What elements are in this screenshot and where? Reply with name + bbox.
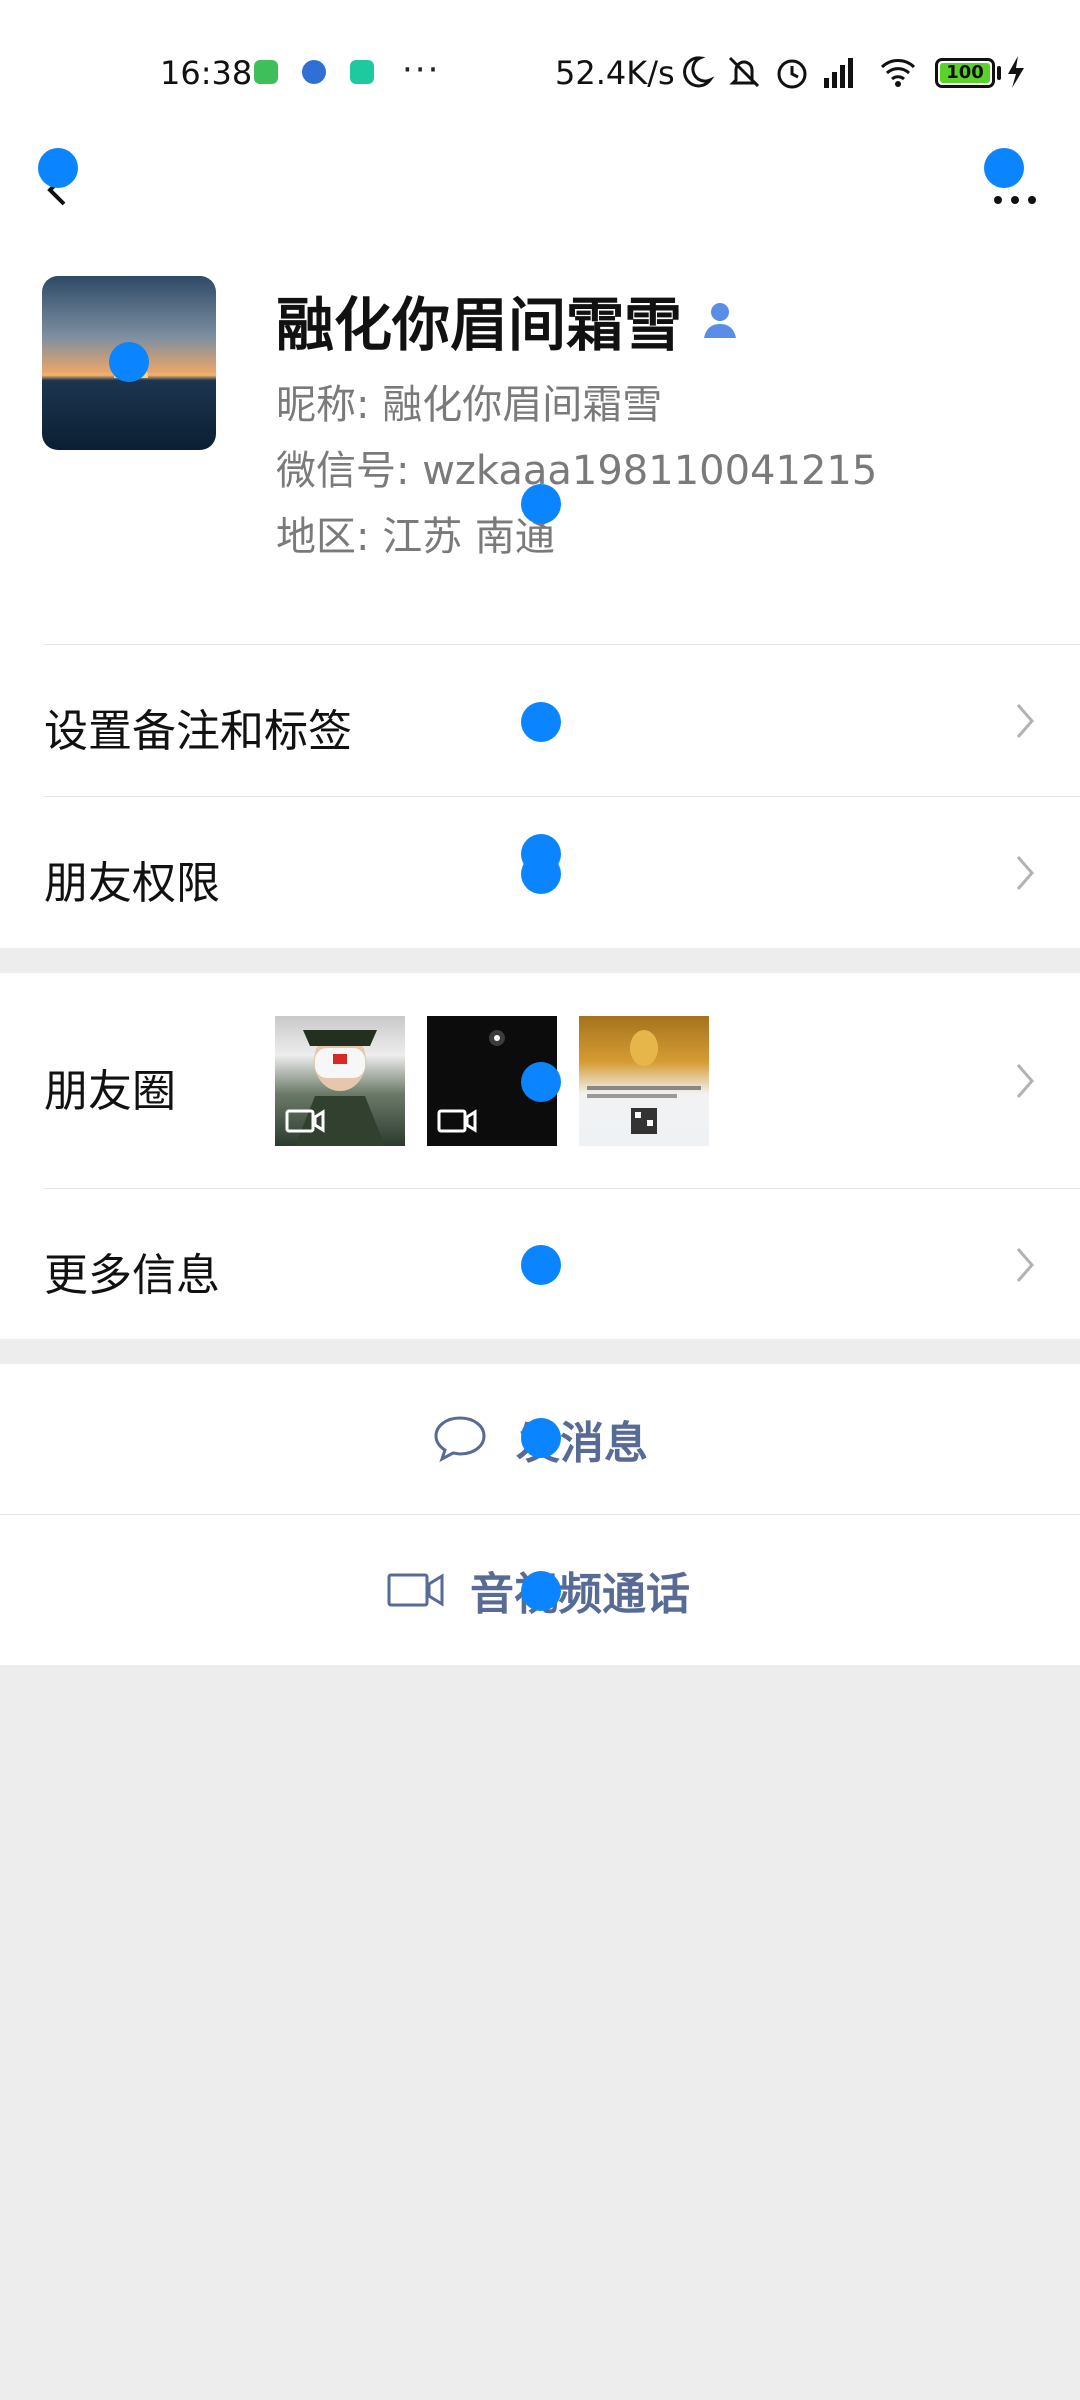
region-label: 地区: [276, 514, 370, 560]
wechat-id-value: wzkaaa198110041215 [422, 448, 878, 494]
person-icon [704, 303, 737, 338]
moon-icon [683, 56, 715, 88]
contact-name: 融化你眉间霜雪 [276, 291, 683, 359]
wifi-icon [880, 59, 916, 87]
more-icon[interactable] [990, 190, 1040, 210]
remark-tags-label: 设置备注和标签 [44, 706, 352, 757]
moment-thumbnail [579, 1016, 709, 1146]
touch-marker [521, 702, 561, 742]
region-value: 江苏 南通 [382, 514, 555, 560]
top-nav [0, 150, 1080, 250]
touch-marker [521, 1245, 561, 1285]
chevron-right-icon [1016, 1248, 1034, 1282]
status-bar: 16:38 ··· 52.4K/s 100 [0, 0, 1080, 150]
battery-icon: 100 [935, 58, 995, 88]
wechat-id-line[interactable]: 微信号: wzkaaa198110041215 [276, 438, 877, 496]
video-icon [437, 1109, 477, 1133]
more-notifications-icon: ··· [402, 50, 441, 90]
region-line: 地区: 江苏 南通 [276, 504, 555, 562]
touch-marker [521, 484, 561, 524]
touch-marker [38, 148, 78, 188]
more-info-label: 更多信息 [44, 1250, 220, 1301]
video-icon [285, 1109, 325, 1133]
chevron-right-icon [1016, 704, 1034, 738]
touch-marker [984, 148, 1024, 188]
moments-label: 朋友圈 [44, 1066, 176, 1117]
alarm-icon [777, 59, 807, 89]
chevron-right-icon [1016, 1064, 1034, 1098]
video-camera-icon [387, 1573, 444, 1607]
app-teal-icon [350, 60, 374, 84]
settings-card: 设置备注和标签 朋友权限 [0, 645, 1080, 948]
charging-icon [1008, 56, 1024, 88]
network-speed: 52.4K/s [555, 54, 675, 92]
signal-icon [824, 58, 853, 88]
nickname-value: 融化你眉间霜雪 [382, 382, 663, 428]
touch-marker [521, 1418, 561, 1458]
status-time: 16:38 [160, 54, 253, 92]
touch-marker [521, 854, 561, 894]
wechat-id-label: 微信号: [276, 448, 410, 494]
av-call-label: 音视频通话 [470, 1569, 690, 1620]
nickname-line: 昵称: 融化你眉间霜雪 [276, 372, 662, 430]
bell-off-icon [728, 56, 760, 88]
contact-profile-page: 16:38 ··· 52.4K/s 100 融化你眉间霜雪 昵称: 融化你眉间霜… [0, 0, 1080, 2400]
touch-marker [521, 1062, 561, 1102]
touch-marker [109, 342, 149, 382]
touch-marker [521, 1571, 561, 1611]
moment-thumbnail [275, 1016, 405, 1146]
chevron-right-icon [1016, 856, 1034, 890]
app-blue-icon [302, 60, 326, 84]
friend-permissions-label: 朋友权限 [44, 858, 220, 909]
battery-level: 100 [940, 63, 990, 83]
chat-bubble-icon [434, 1416, 486, 1463]
buddha-poster-image [587, 1030, 701, 1134]
nickname-label: 昵称: [276, 382, 370, 428]
name-row: 融化你眉间霜雪 [276, 278, 742, 362]
profile-header: 融化你眉间霜雪 昵称: 融化你眉间霜雪 微信号: wzkaaa198110041… [0, 250, 1080, 645]
battery-tip [997, 66, 1001, 80]
app-green-icon [254, 60, 278, 84]
